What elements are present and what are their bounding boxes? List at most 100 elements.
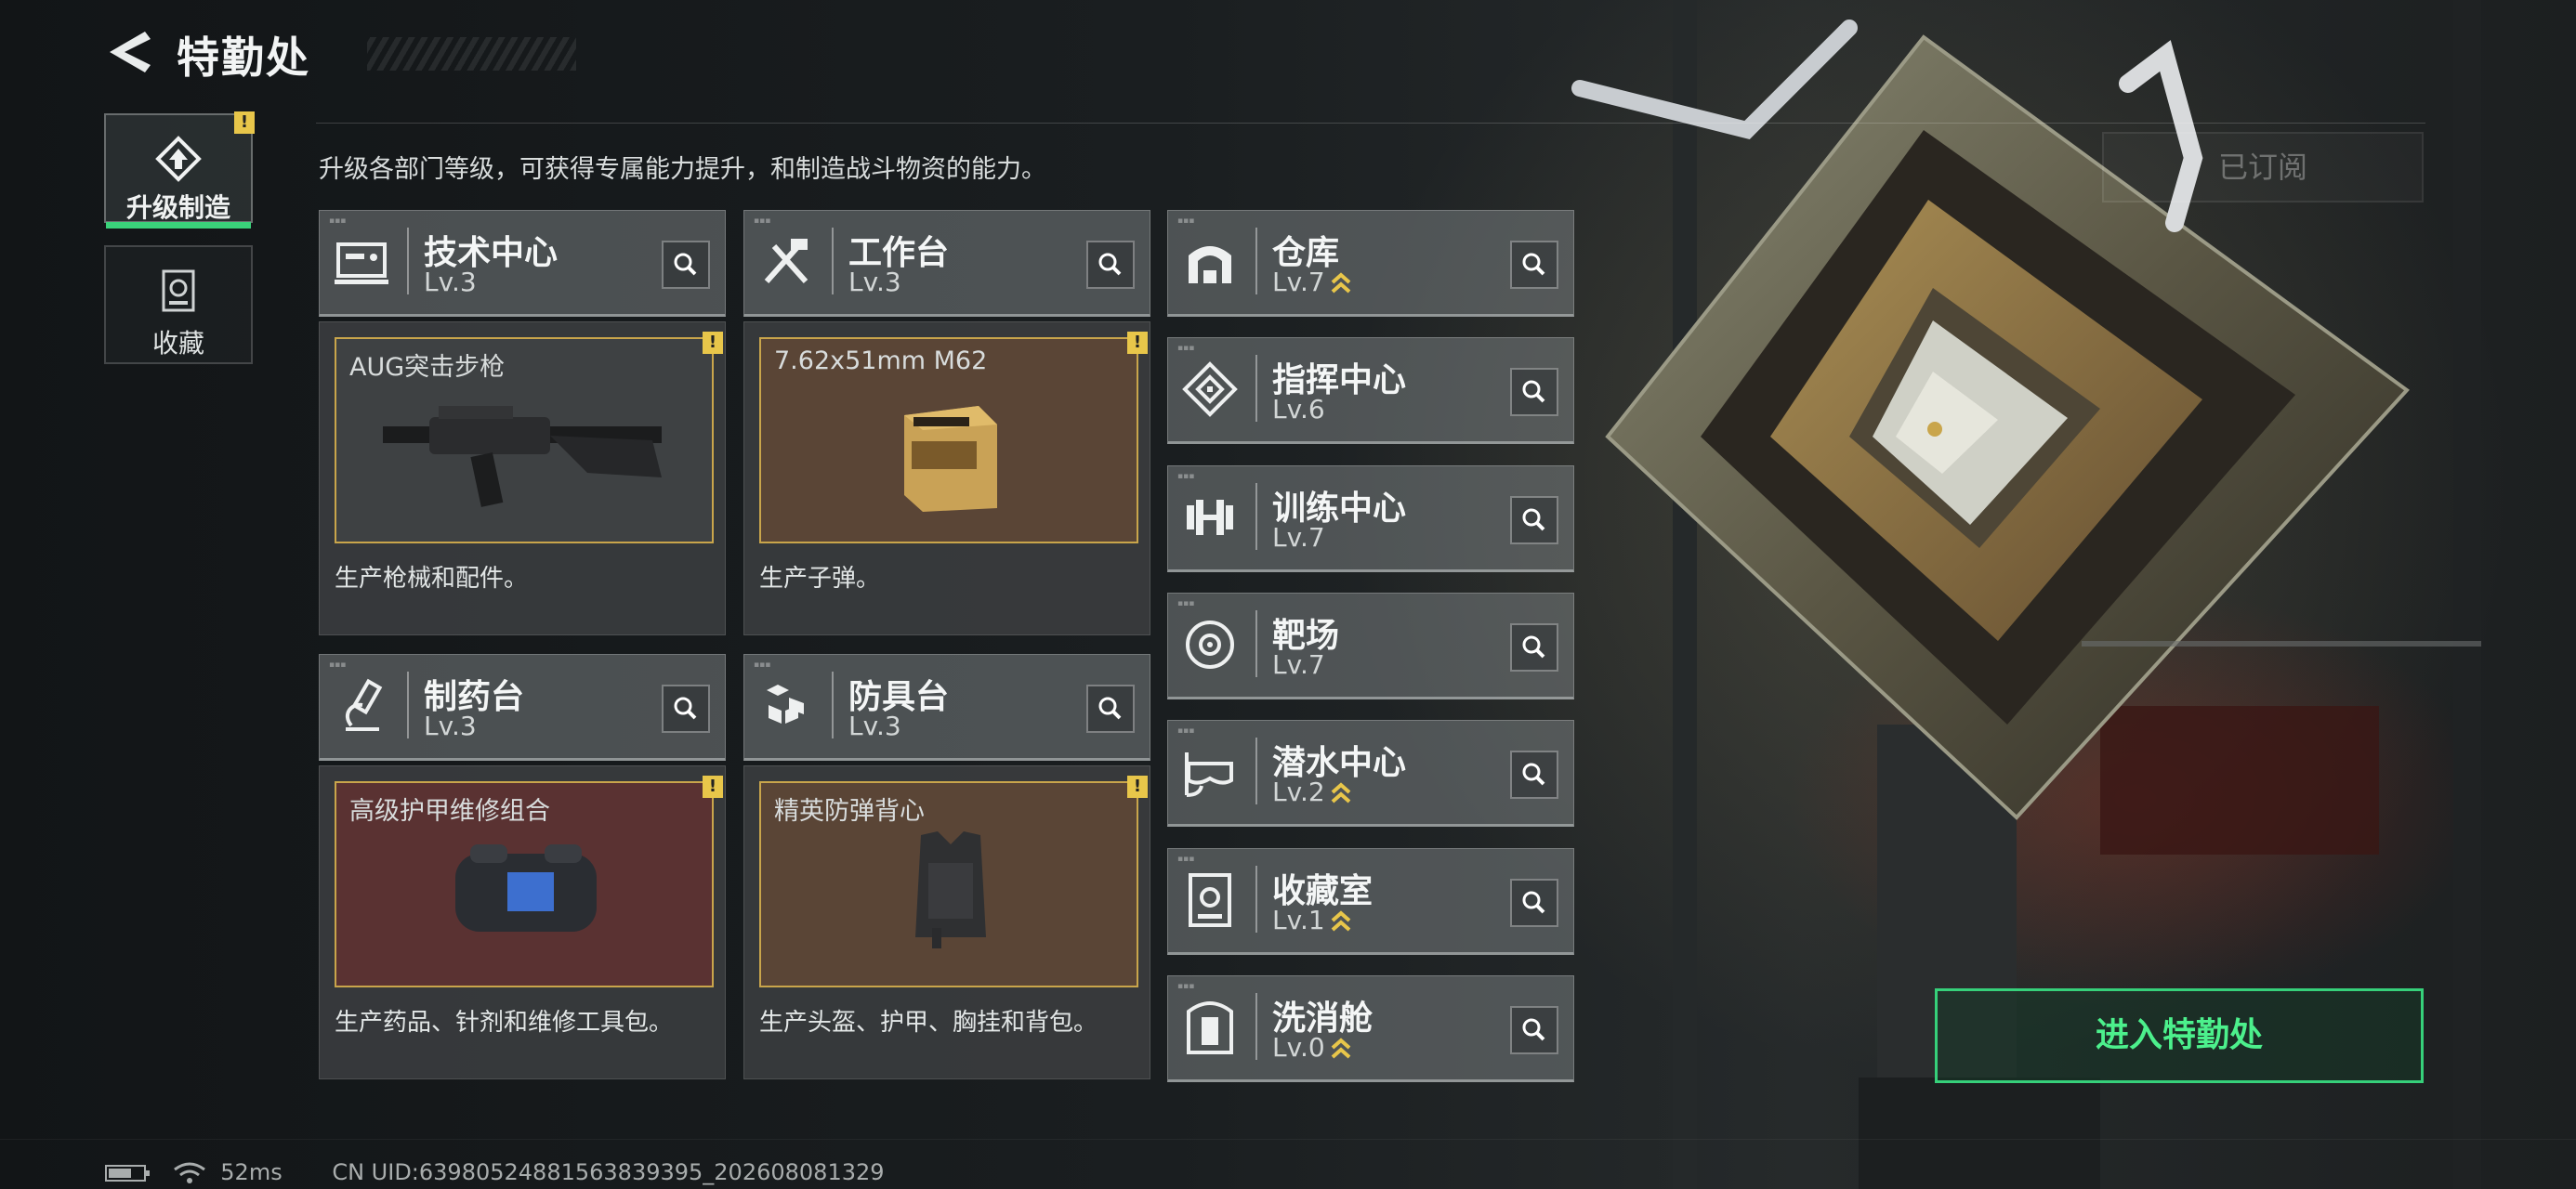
production-item[interactable]: AUG突击步枪 !	[335, 332, 723, 543]
dept-level: Lv.6	[1272, 394, 1325, 425]
dept-level-row: Lv.0	[1272, 1032, 1351, 1063]
card-tag: ▪▪▪	[1177, 726, 1195, 737]
active-tab-indicator	[106, 222, 251, 229]
inspect-button[interactable]	[1510, 495, 1558, 544]
icon-divider	[1255, 482, 1257, 550]
upgrade-available-icon	[1331, 272, 1351, 294]
dept-level: Lv.7	[1272, 521, 1325, 553]
inspect-button[interactable]	[662, 241, 710, 289]
armor-bench-icon	[767, 685, 804, 724]
dept-level-row: Lv.6	[1272, 394, 1325, 425]
dept-card-armor-bench[interactable]: ▪▪▪ 防具台 Lv.3	[743, 654, 1150, 761]
icon-divider	[1255, 738, 1257, 805]
production-panel-armor-bench[interactable]: 精英防弹背心 ! 生产头盔、护甲、胸挂和背包。	[743, 765, 1150, 1079]
dept-level-row: Lv.7	[1272, 267, 1351, 297]
inspect-button[interactable]	[1510, 622, 1558, 672]
wifi-icon	[173, 1162, 205, 1183]
production-panel-pharmacy[interactable]: 高级护甲维修组合 ! 生产药品、针剂和维修工具包。	[319, 765, 726, 1079]
inspect-button[interactable]	[1510, 241, 1558, 289]
upgrade-icon	[155, 136, 202, 182]
uid-text: CN UID:639805248815638393​95_20260808132…	[332, 1159, 885, 1185]
dept-level: Lv.2	[1272, 777, 1325, 808]
item-name: AUG突击步枪	[349, 353, 506, 382]
inspect-button[interactable]	[1510, 368, 1558, 417]
card-tag: ▪▪▪	[1177, 854, 1195, 864]
tab-upgrade-label: 升级制造	[125, 192, 230, 223]
card-description: 生产枪械和配件。	[335, 565, 529, 593]
page-title: 特勤处	[177, 33, 310, 83]
search-icon	[1522, 253, 1545, 276]
back-arrow-icon[interactable]	[104, 28, 160, 76]
dept-card-pharmacy[interactable]: ▪▪▪ 制药台 Lv.3	[319, 654, 726, 761]
dept-level: Lv.3	[848, 711, 901, 741]
search-icon	[1522, 635, 1545, 659]
decon-chamber-icon	[1187, 1000, 1233, 1054]
card-tag: ▪▪▪	[1177, 344, 1195, 354]
icon-divider	[1255, 609, 1257, 677]
card-tag: ▪▪▪	[329, 660, 347, 670]
inspect-button[interactable]	[1086, 241, 1135, 289]
card-description: 生产头盔、护甲、胸挂和背包。	[759, 1009, 1098, 1037]
repair-kit-bag-icon	[455, 844, 597, 932]
dept-card-workbench[interactable]: ▪▪▪ 工作台 Lv.3	[743, 210, 1150, 317]
section-description: 升级各部门等级，可获得专属能力提升，和制造战斗物资的能力。	[319, 155, 1046, 184]
dept-row[interactable]: ▪▪▪ 洗消舱 Lv.0	[1167, 974, 1574, 1082]
dept-level: Lv.0	[1272, 1031, 1325, 1063]
item-name: 7.62x51mm M62	[774, 346, 988, 375]
dept-level-row: Lv.7	[1272, 522, 1325, 553]
inspect-button[interactable]	[1086, 685, 1135, 733]
collection-icon	[162, 269, 195, 312]
pharmacy-icon	[345, 678, 383, 731]
card-tag: ▪▪▪	[1177, 598, 1195, 608]
icon-divider	[407, 228, 409, 294]
item-name: 精英防弹背心	[774, 797, 925, 826]
production-item[interactable]: 精英防弹背心 !	[759, 776, 1148, 987]
dept-card-tech-center[interactable]: ▪▪▪ 技术中心 Lv.3	[319, 210, 726, 317]
alert-badge: !	[1127, 776, 1148, 798]
production-panel-workbench[interactable]: 7.62x51mm M62 ! 生产子弹。	[743, 321, 1150, 635]
alert-badge: !	[1127, 332, 1148, 354]
dept-level: Lv.3	[848, 267, 901, 297]
inspect-button[interactable]	[1510, 878, 1558, 927]
dept-level: Lv.1	[1272, 904, 1325, 935]
subscribed-button[interactable]: 已订阅	[2102, 132, 2424, 203]
search-icon	[1522, 763, 1545, 786]
upgrade-available-icon	[1331, 909, 1351, 931]
card-tag: ▪▪▪	[1177, 981, 1195, 991]
status-bar: 52ms CN UID:639805248815638393​95_202608…	[104, 1159, 885, 1185]
dept-row[interactable]: ▪▪▪ 训练中心 Lv.7	[1167, 464, 1574, 572]
dept-row[interactable]: ▪▪▪ 潜水中心 Lv.2	[1167, 720, 1574, 828]
inspect-button[interactable]	[1510, 751, 1558, 800]
search-icon	[674, 697, 697, 720]
icon-divider	[407, 672, 409, 738]
inspect-button[interactable]	[1510, 1005, 1558, 1054]
search-icon	[1522, 508, 1545, 531]
dept-level: Lv.3	[424, 267, 477, 297]
dept-row[interactable]: ▪▪▪ 仓库 Lv.7	[1167, 210, 1574, 317]
assault-rifle-icon	[383, 406, 662, 507]
production-panel-tech-center[interactable]: AUG突击步枪 ! 生产枪械和配件。	[319, 321, 726, 635]
ping-value: 52ms	[220, 1159, 283, 1185]
dept-level: Lv.7	[1272, 267, 1325, 297]
dept-row[interactable]: ▪▪▪ 收藏室 Lv.1	[1167, 847, 1574, 955]
header-divider	[316, 123, 2425, 124]
icon-divider	[1255, 865, 1257, 933]
dept-row[interactable]: ▪▪▪ 靶场 Lv.7	[1167, 592, 1574, 699]
search-icon	[1522, 1018, 1545, 1041]
search-icon	[1522, 380, 1545, 403]
icon-divider	[1255, 355, 1257, 423]
alert-badge: !	[703, 332, 723, 354]
production-item[interactable]: 高级护甲维修组合 !	[335, 776, 723, 987]
inspect-button[interactable]	[662, 685, 710, 733]
tab-upgrade-manufacture[interactable]: 升级制造 !	[104, 111, 255, 229]
upgrade-available-icon	[1331, 782, 1351, 804]
search-icon	[1522, 891, 1545, 913]
dept-row[interactable]: ▪▪▪ 指挥中心 Lv.6	[1167, 337, 1574, 445]
enter-special-ops-button[interactable]: 进入特勤处	[1935, 988, 2424, 1083]
production-item[interactable]: 7.62x51mm M62 !	[759, 332, 1148, 543]
icon-divider	[1255, 992, 1257, 1060]
diving-center-icon	[1185, 752, 1233, 798]
tab-collection[interactable]: 收藏	[104, 245, 253, 364]
dept-level-row: Lv.1	[1272, 905, 1351, 935]
alert-badge: !	[234, 111, 255, 134]
